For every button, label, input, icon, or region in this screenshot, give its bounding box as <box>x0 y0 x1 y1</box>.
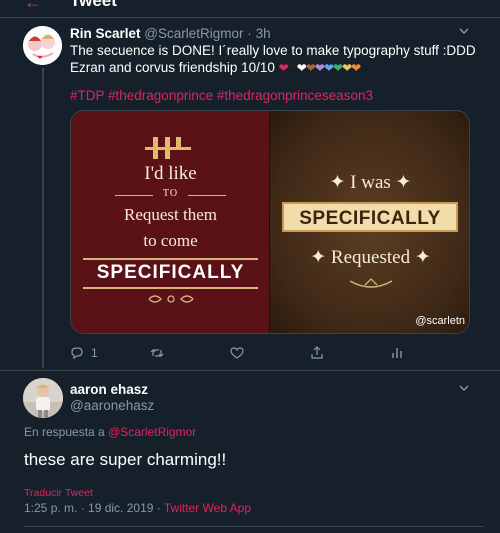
tweet-timestamp[interactable]: 1:25 p. m. · 19 dic. 2019 · <box>24 501 161 515</box>
image-watermark: @scarletn <box>415 315 465 327</box>
image-text-line3: ✦ Requested ✦ <box>310 247 431 268</box>
analytics-button[interactable] <box>390 346 404 360</box>
analytics-icon <box>392 348 402 358</box>
tweet-source-link[interactable]: Twitter Web App <box>164 501 251 515</box>
heart-emoji: ❤ <box>314 61 325 75</box>
divider <box>83 258 258 260</box>
tweet-header: Rin Scarlet @ScarletRigmor · 3h <box>70 26 271 41</box>
heart-emoji: ❤ <box>287 61 298 75</box>
image-text-line1: I'd like <box>144 163 197 184</box>
heart-emoji: ❤ <box>333 61 343 75</box>
heart-emoji: ❤ <box>305 61 316 75</box>
separator-dot: · <box>247 26 252 41</box>
tweet-text: these are super charming!! <box>24 450 227 469</box>
image-text-line2: Request them <box>123 205 217 224</box>
retweet-icon <box>150 349 164 357</box>
image-text-emphasis: SPECIFICALLY <box>299 208 441 229</box>
image-panel-left: I'd like TO Request them to come SPECIFI… <box>71 111 270 333</box>
thread-connector-line <box>42 68 44 368</box>
tweet-body: The secuence is DONE! I´really love to m… <box>70 43 476 75</box>
back-arrow-icon[interactable]: ← <box>24 0 42 13</box>
chevron-down-icon[interactable] <box>458 382 470 397</box>
tweet-actions: 1 <box>70 346 470 362</box>
author-name[interactable]: aaron ehasz <box>70 382 148 397</box>
image-text-to: TO <box>162 188 179 199</box>
author-name[interactable]: Rin Scarlet <box>70 26 141 41</box>
heart-emoji-row: ❤❤❤❤❤❤❤❤❤ <box>278 60 362 75</box>
divider <box>188 195 226 196</box>
heart-emoji: ❤ <box>342 61 352 75</box>
avatar[interactable] <box>23 378 63 418</box>
ornament-icon <box>148 295 194 303</box>
chevron-down-icon[interactable] <box>458 25 470 40</box>
like-button[interactable] <box>230 346 244 360</box>
share-button[interactable] <box>310 346 324 360</box>
divider <box>0 370 500 371</box>
tweet-time[interactable]: 3h <box>256 26 271 41</box>
translate-tweet-link[interactable]: Traducir Tweet <box>24 487 93 499</box>
author-handle[interactable]: @ScarletRigmor <box>144 26 243 41</box>
tweet-text: The secuence is DONE! I´really love to m… <box>70 42 480 77</box>
reply-prefix: En respuesta a <box>24 425 105 439</box>
page-title: Tweet <box>70 0 117 10</box>
ornament-icon <box>349 278 393 288</box>
image-text-line3: to come <box>143 231 198 250</box>
divider <box>24 526 484 527</box>
reply-context: En respuesta a @ScarletRigmor <box>24 425 196 439</box>
heart-emoji: ❤ <box>351 61 361 75</box>
image-text-emphasis: SPECIFICALLY <box>96 262 245 283</box>
avatar[interactable] <box>23 26 62 65</box>
image-banner: SPECIFICALLY <box>282 202 458 232</box>
image-text-line1: ✦ I was ✦ <box>329 172 412 193</box>
divider <box>83 287 258 289</box>
reply-icon <box>71 347 83 360</box>
logo-mark-icon <box>145 137 191 159</box>
heart-emoji: ❤ <box>278 61 289 75</box>
heart-emoji: ❤ <box>323 61 334 75</box>
heart-emoji: ❤ <box>296 61 307 75</box>
reply-count: 1 <box>91 346 98 360</box>
reply-button[interactable]: 1 <box>70 346 98 360</box>
author-handle[interactable]: @aaronehasz <box>70 398 154 413</box>
share-icon <box>311 346 323 359</box>
image-panel-right: ✦ I was ✦ SPECIFICALLY ✦ Requested ✦ @sc… <box>270 111 469 333</box>
tweet-metadata: 1:25 p. m. · 19 dic. 2019 · Twitter Web … <box>24 501 251 515</box>
reply-mention-link[interactable]: @ScarletRigmor <box>108 425 196 439</box>
tweet-image[interactable]: I'd like TO Request them to come SPECIFI… <box>70 110 470 334</box>
retweet-button[interactable] <box>150 346 164 360</box>
hashtags[interactable]: #TDP #thedragonprince #thedragonprincese… <box>70 88 373 103</box>
top-bar: ← Tweet <box>0 0 500 18</box>
heart-icon <box>230 347 244 359</box>
